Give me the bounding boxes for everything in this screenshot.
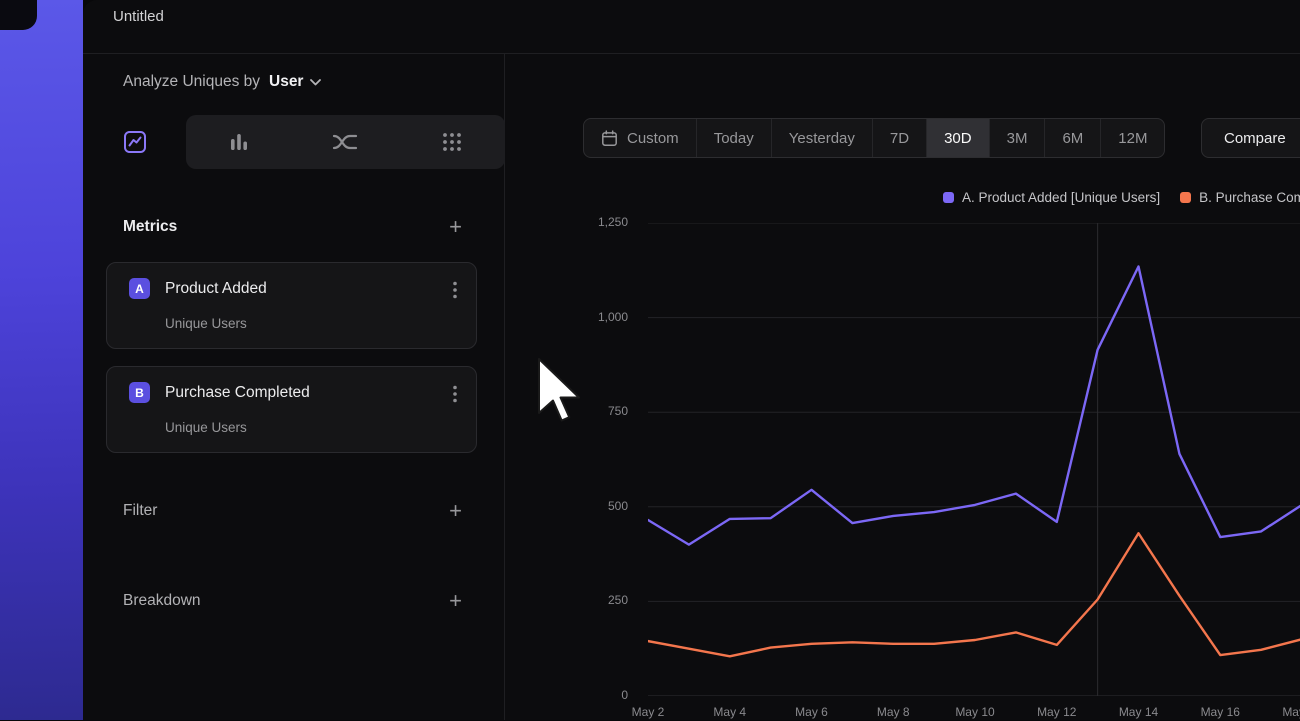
legend-item[interactable]: A. Product Added [Unique Users] [943, 190, 1160, 205]
metric-options-button[interactable] [450, 278, 460, 307]
metrics-heading: Metrics [123, 218, 177, 236]
metric-card-a[interactable]: A Product Added Unique Users [106, 262, 477, 349]
analyze-row: Analyze Uniques by User [123, 73, 321, 91]
range-option-3m[interactable]: 3M [989, 119, 1045, 157]
add-metric-button[interactable]: + [449, 217, 462, 237]
series-line [648, 533, 1300, 656]
y-tick-label: 1,000 [560, 310, 628, 324]
kebab-menu-icon [453, 385, 457, 403]
add-filter-button[interactable]: + [449, 501, 462, 521]
desktop-gradient-background [0, 0, 83, 720]
calendar-icon [601, 130, 618, 147]
filter-heading: Filter [123, 502, 157, 520]
x-tick-label: May 4 [698, 705, 762, 719]
chart-type-tabs [83, 115, 505, 169]
legend-swatch-icon [943, 192, 954, 203]
background-window-corner [0, 0, 37, 30]
range-option-today[interactable]: Today [696, 119, 771, 157]
legend-label: A. Product Added [Unique Users] [962, 190, 1160, 205]
metric-options-button[interactable] [450, 382, 460, 411]
line-chart [648, 223, 1300, 696]
analyze-entity-value: User [269, 73, 303, 91]
analyze-label: Analyze Uniques by [123, 73, 260, 91]
compare-label: Compare [1224, 130, 1286, 147]
y-tick-label: 1,250 [560, 215, 628, 229]
grid-dots-icon [441, 131, 463, 153]
inactive-tabs-group [186, 115, 505, 169]
metric-measurement[interactable]: Unique Users [165, 420, 247, 435]
metric-badge: B [129, 382, 150, 403]
compare-button[interactable]: Compare [1201, 118, 1300, 158]
x-tick-label: May 16 [1188, 705, 1252, 719]
date-range-group: CustomTodayYesterday7D30D3M6M12M [583, 118, 1165, 158]
legend-item[interactable]: B. Purchase Completed [Unique Users] [1180, 190, 1300, 205]
app-window: Untitled Analyze Uniques by User [83, 0, 1300, 720]
chevron-down-icon [310, 79, 321, 86]
chart-panel: CustomTodayYesterday7D30D3M6M12M Compare… [505, 54, 1300, 720]
query-sidebar: Analyze Uniques by User [83, 54, 505, 720]
report-title[interactable]: Untitled [113, 8, 164, 25]
tab-bar-chart[interactable] [186, 115, 292, 169]
series-line [648, 267, 1300, 545]
y-axis: 02505007501,0001,250 [560, 223, 628, 696]
tab-flows[interactable] [292, 115, 398, 169]
filter-row: Filter + [123, 498, 462, 524]
metric-measurement[interactable]: Unique Users [165, 316, 247, 331]
metric-name: Purchase Completed [165, 384, 310, 402]
kebab-menu-icon [453, 281, 457, 299]
metrics-header-row: Metrics + [123, 214, 462, 240]
x-axis: May 2May 4May 6May 8May 10May 12May 14Ma… [648, 705, 1300, 721]
metric-card-b[interactable]: B Purchase Completed Unique Users [106, 366, 477, 453]
metric-badge: A [129, 278, 150, 299]
line-chart-icon [123, 130, 147, 154]
tab-line-chart[interactable] [83, 115, 186, 169]
y-tick-label: 750 [560, 404, 628, 418]
bar-chart-icon [227, 130, 251, 154]
analyze-entity-dropdown[interactable]: User [269, 73, 321, 91]
y-tick-label: 500 [560, 499, 628, 513]
x-tick-label: May 8 [861, 705, 925, 719]
range-option-6m[interactable]: 6M [1044, 119, 1100, 157]
x-tick-label: May 10 [943, 705, 1007, 719]
breakdown-row: Breakdown + [123, 588, 462, 614]
x-tick-label: May 2 [616, 705, 680, 719]
legend-label: B. Purchase Completed [Unique Users] [1199, 190, 1300, 205]
y-tick-label: 250 [560, 593, 628, 607]
x-tick-label: May 12 [1025, 705, 1089, 719]
chart-canvas[interactable] [648, 223, 1300, 696]
legend-swatch-icon [1180, 192, 1191, 203]
x-tick-label: May 6 [780, 705, 844, 719]
range-option-yesterday[interactable]: Yesterday [771, 119, 872, 157]
x-tick-label: May 14 [1107, 705, 1171, 719]
flows-icon [332, 132, 358, 152]
metric-name: Product Added [165, 280, 267, 298]
range-option-30d[interactable]: 30D [926, 119, 989, 157]
range-option-12m[interactable]: 12M [1100, 119, 1164, 157]
tab-grid-dots[interactable] [399, 115, 505, 169]
range-option-7d[interactable]: 7D [872, 119, 926, 157]
chart-legend: A. Product Added [Unique Users] B. Purcha… [943, 190, 1300, 205]
add-breakdown-button[interactable]: + [449, 591, 462, 611]
range-option-custom[interactable]: Custom [584, 119, 696, 157]
y-tick-label: 0 [560, 688, 628, 702]
x-tick-label: May 18 [1270, 705, 1300, 719]
top-bar: Untitled [83, 0, 1300, 54]
breakdown-heading: Breakdown [123, 592, 201, 610]
